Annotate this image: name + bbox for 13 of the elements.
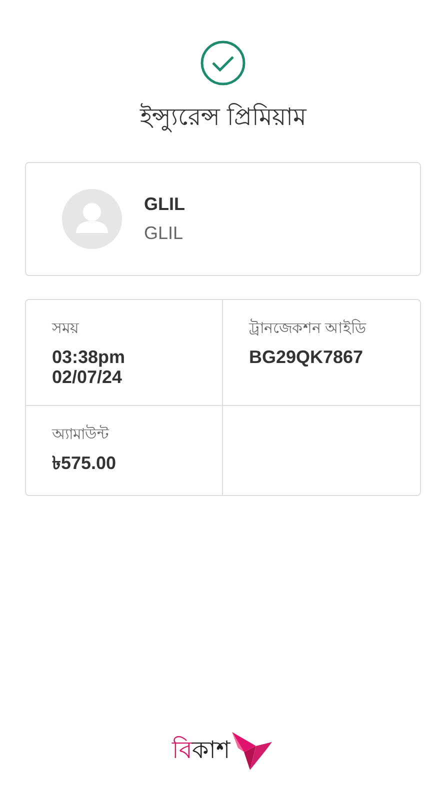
logo-text: বিকাশ [172, 735, 230, 766]
avatar-icon [62, 189, 122, 249]
recipient-subtitle: GLIL [144, 223, 184, 244]
detail-label: সময় [52, 319, 79, 339]
detail-label: অ্যামাউন্ট [52, 424, 109, 445]
detail-value: ৳575.00 [52, 453, 116, 473]
detail-value: BG29QK7867 [249, 347, 364, 367]
recipient-name: GLIL [144, 194, 185, 215]
success-check-icon [200, 40, 246, 86]
page-title: ইন্স্যুরেন্স প্রিমিয়াম [140, 102, 306, 134]
detail-value: 03:38pm 02/07/24 [52, 347, 126, 387]
bird-logo-icon [230, 730, 274, 772]
detail-label: ট্রানজেকশন আইডি [249, 318, 366, 339]
